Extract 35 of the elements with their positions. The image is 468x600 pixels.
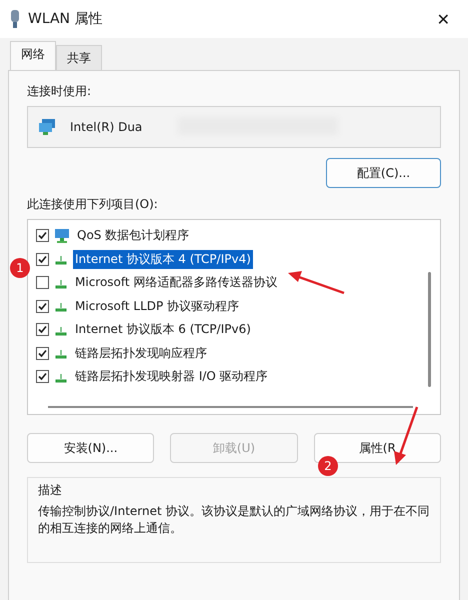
checkbox[interactable] [36, 323, 49, 336]
network-adapter-icon [38, 119, 56, 135]
adapter-name: Intel(R) Dua [70, 120, 142, 134]
list-item[interactable]: QoS 数据包计划程序 [75, 226, 192, 246]
tab[interactable]: 网络 [10, 41, 56, 70]
checkbox[interactable] [36, 252, 49, 266]
checkbox[interactable] [36, 276, 49, 290]
arrow [394, 406, 418, 465]
checkbox[interactable] [36, 346, 49, 360]
section-label: 连接时使用: [27, 83, 92, 100]
window-title: WLAN 属性 [28, 10, 102, 28]
list-item[interactable]: Internet 协议版本 6 (TCP/IPv6) [73, 320, 253, 340]
close-button[interactable]: ✕ [428, 6, 458, 32]
scrollbar[interactable] [428, 272, 431, 387]
action-button[interactable]: 安装(N)... [27, 433, 154, 463]
network-icon [54, 347, 68, 360]
monitor-icon [54, 228, 70, 244]
checkbox[interactable] [36, 300, 49, 313]
configure-button[interactable]: 配置(C)... [326, 158, 441, 188]
checkbox[interactable] [36, 370, 49, 384]
network-icon [54, 253, 68, 266]
checkbox[interactable] [36, 229, 49, 242]
list-item[interactable]: 链路层拓扑发现响应程序 [73, 344, 209, 363]
network-icon [54, 300, 68, 312]
list-item[interactable]: Microsoft 网络适配器多路传送器协议 [73, 273, 280, 292]
description-text: 传输控制协议/Internet 协议。该协议是默认的广域网络协议，用于在不同的相互连接的网络上通信。 [38, 503, 430, 537]
list-item[interactable]: Internet 协议版本 4 (TCP/IPv4) [73, 250, 253, 269]
arrow [288, 271, 344, 294]
wifi-adapter-icon [10, 10, 20, 28]
section-label: 此连接使用下列项目(O): [27, 196, 159, 213]
list-item[interactable]: 链路层拓扑发现映射器 I/O 驱动程序 [73, 367, 270, 386]
group-label: 描述 [38, 482, 63, 499]
list-item[interactable]: Microsoft LLDP 协议驱动程序 [73, 296, 242, 316]
tab[interactable]: 共享 [56, 45, 102, 70]
scrollbar[interactable] [48, 406, 413, 408]
